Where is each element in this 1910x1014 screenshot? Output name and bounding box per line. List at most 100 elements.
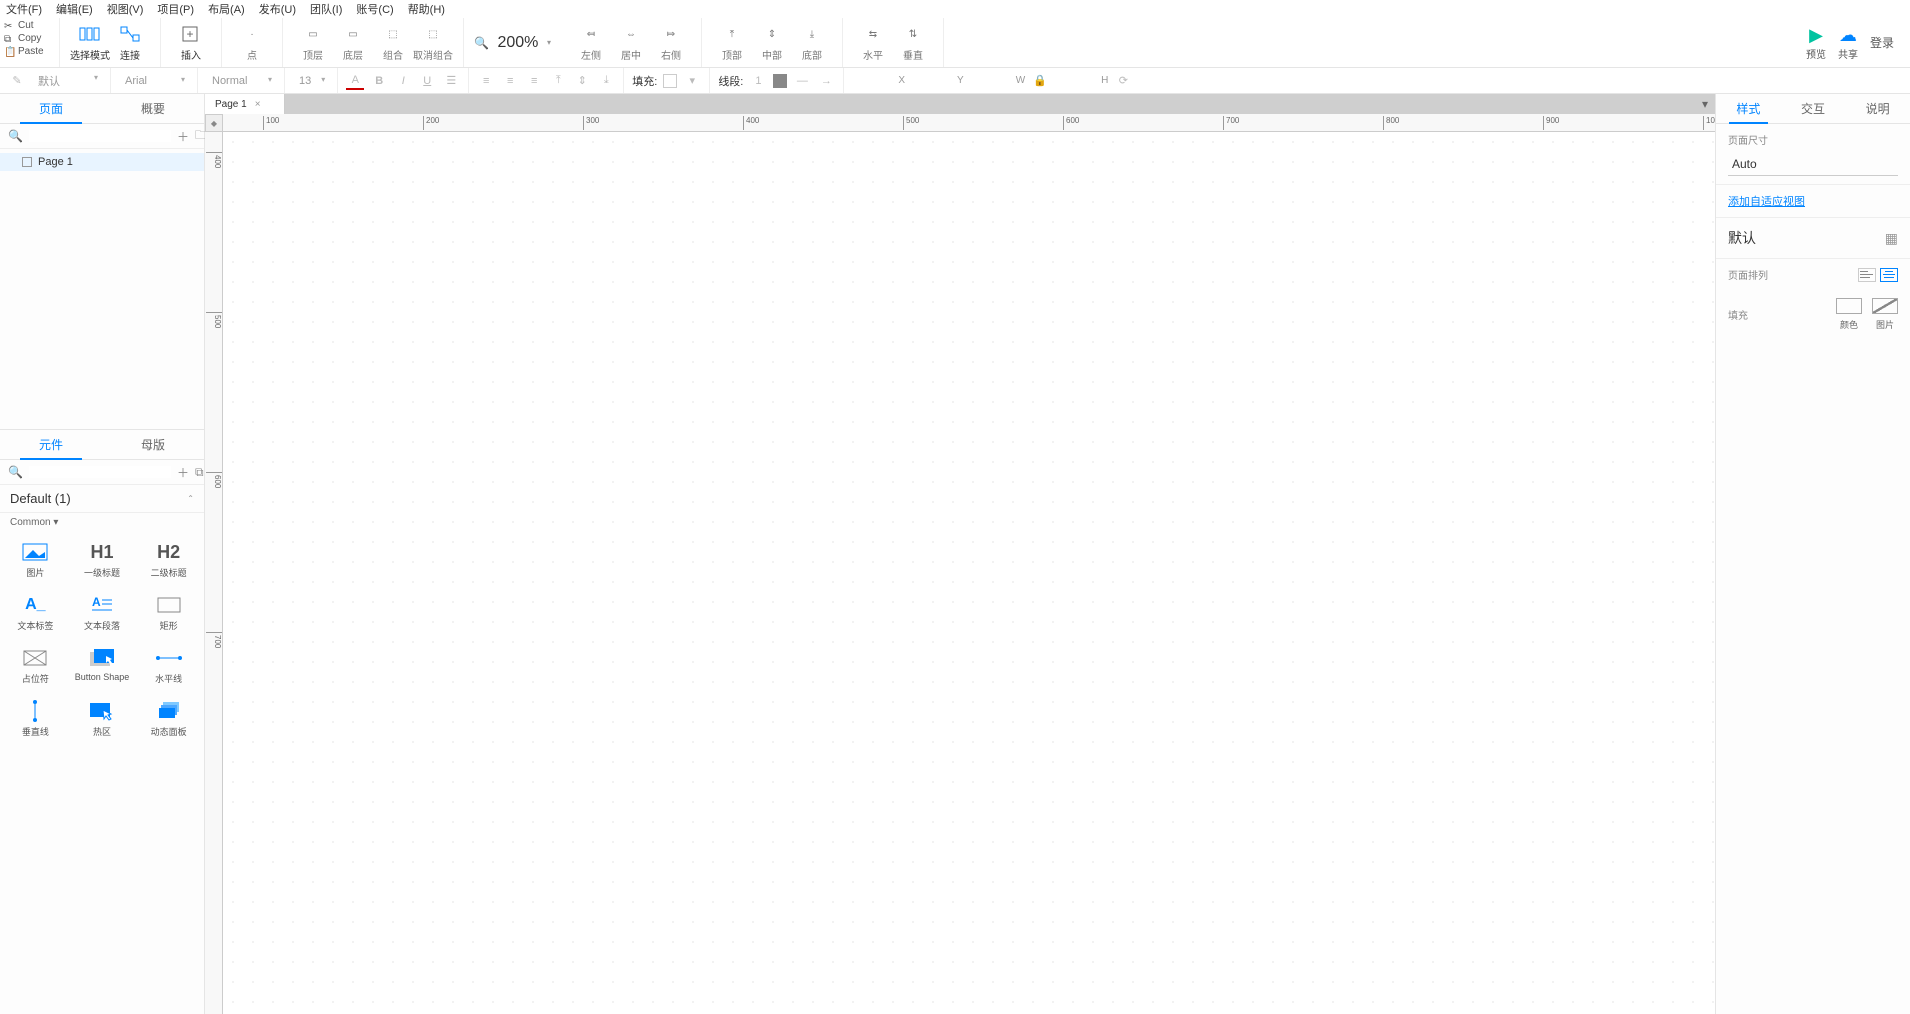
widget-vline[interactable]: 垂直线 [4,695,67,744]
canvas-viewport[interactable] [223,132,1715,1014]
tab-style[interactable]: 样式 [1716,94,1781,123]
page-item-page1[interactable]: Page 1 [0,153,204,171]
preview-button[interactable]: ▶预览 [1806,25,1826,61]
tab-notes[interactable]: 说明 [1845,94,1910,123]
point-button[interactable]: ·点 [232,20,272,66]
text-align-center-button[interactable]: ≡ [501,72,519,90]
widget-placeholder[interactable]: 占位符 [4,642,67,691]
font-size-dropdown[interactable]: 13 [293,73,329,89]
underline-button[interactable]: U [418,72,436,90]
zoom-value[interactable]: 200% [493,34,543,52]
align-right-button[interactable]: ⤇右侧 [651,20,691,66]
align-left-button[interactable]: ⤆左侧 [571,20,611,66]
tab-outline[interactable]: 概要 [102,94,204,123]
menu-file[interactable]: 文件(F) [6,1,42,17]
add-page-button[interactable]: ＋ [177,128,189,144]
connect-button[interactable]: 连接 [110,20,150,66]
style-manager-icon[interactable]: ▦ [1885,230,1898,247]
stroke-style-button[interactable]: ― [793,72,811,90]
y-input[interactable] [911,75,951,86]
page-align-left-button[interactable] [1858,268,1876,282]
dist-h-button[interactable]: ⇆水平 [853,20,893,66]
ungroup-button[interactable]: ⬚取消组合 [413,20,453,66]
valign-middle-button[interactable]: ⇕ [573,72,591,90]
fill-more-button[interactable]: ▾ [683,72,701,90]
style-preset-dropdown[interactable]: 默认 [32,71,102,91]
tab-interact[interactable]: 交互 [1781,94,1846,123]
menu-layout[interactable]: 布局(A) [208,1,245,17]
fill-color-option[interactable]: 颜色 [1836,298,1862,331]
copy-button[interactable]: ⧉Copy [4,33,55,44]
page-align-center-button[interactable] [1880,268,1898,282]
widget-paragraph[interactable]: A文本段落 [71,589,134,638]
widget-hotspot[interactable]: 热区 [71,695,134,744]
bottom-button[interactable]: ▭底层 [333,20,373,66]
font-family-dropdown[interactable]: Arial [119,73,189,89]
widget-dynamic[interactable]: 动态面板 [137,695,200,744]
valign-bottom-button[interactable]: ⤓ [597,72,615,90]
widget-hline[interactable]: 水平线 [137,642,200,691]
add-adaptive-link[interactable]: 添加自适应视图 [1728,196,1805,208]
widget-text-label[interactable]: A_文本标签 [4,589,67,638]
menu-account[interactable]: 账号(C) [356,1,393,17]
widget-h2[interactable]: H2二级标题 [137,536,200,585]
fill-image-option[interactable]: 图片 [1872,298,1898,331]
fill-color-button[interactable] [663,74,677,88]
share-button[interactable]: ☁共享 [1838,25,1858,61]
align-center-button[interactable]: ⇔居中 [611,20,651,66]
widget-rect[interactable]: 矩形 [137,589,200,638]
bold-button[interactable]: B [370,72,388,90]
login-link[interactable]: 登录 [1870,34,1894,51]
widget-search-input[interactable] [29,466,171,478]
add-library-button[interactable]: ＋ [177,464,189,480]
library-dropdown[interactable]: Default (1)⌃ [0,485,204,513]
arrow-style-button[interactable]: → [817,72,835,90]
text-align-right-button[interactable]: ≡ [525,72,543,90]
group-button[interactable]: ⬚组合 [373,20,413,66]
insert-button[interactable]: +插入 [171,20,211,66]
widget-button[interactable]: Button Shape [71,642,134,691]
close-tab-button[interactable]: × [255,99,261,110]
ruler-vertical[interactable]: 400500600700 [205,132,223,1014]
tab-pages[interactable]: 页面 [0,94,102,123]
ruler-horizontal[interactable]: 100200300400500600700800900100011001200 [223,114,1715,132]
text-align-left-button[interactable]: ≡ [477,72,495,90]
bullets-button[interactable]: ☰ [442,72,460,90]
widget-h1[interactable]: H1一级标题 [71,536,134,585]
lock-aspect-icon[interactable]: 🔒 [1031,72,1049,90]
zoom-dropdown-icon[interactable]: ▾ [547,38,551,47]
stroke-color-button[interactable] [773,74,787,88]
menu-team[interactable]: 团队(I) [310,1,342,17]
cut-button[interactable]: ✂Cut [4,20,55,31]
widget-section-common[interactable]: Common ▾ [0,513,204,532]
align-bottom-button[interactable]: ⤓底部 [792,20,832,66]
menu-help[interactable]: 帮助(H) [408,1,445,17]
canvas-tabs-menu-button[interactable]: ▾ [1695,94,1715,114]
stroke-width-button[interactable]: 1 [749,72,767,90]
tab-widgets[interactable]: 元件 [0,430,102,459]
align-middle-button[interactable]: ⇕中部 [752,20,792,66]
x-input[interactable] [852,75,892,86]
rotate-button[interactable]: ⟳ [1114,72,1132,90]
menu-edit[interactable]: 编辑(E) [56,1,93,17]
canvas-tab-page1[interactable]: Page 1 × [205,94,285,114]
w-input[interactable] [970,75,1010,86]
paste-button[interactable]: 📋Paste [4,46,55,57]
menu-publish[interactable]: 发布(U) [259,1,296,17]
top-button[interactable]: ▭顶层 [293,20,333,66]
page-search-input[interactable] [29,130,171,142]
h-input[interactable] [1055,75,1095,86]
edit-style-icon[interactable]: ✎ [8,72,26,90]
select-mode-button[interactable]: 选择模式 [70,20,110,66]
tab-masters[interactable]: 母版 [102,430,204,459]
italic-button[interactable]: I [394,72,412,90]
menu-view[interactable]: 视图(V) [107,1,144,17]
text-color-button[interactable]: A [346,72,364,90]
align-top-button[interactable]: ⤒顶部 [712,20,752,66]
page-size-select[interactable]: Auto [1728,153,1898,176]
zoom-control[interactable]: 🔍 200% ▾ [464,18,561,67]
library-options-button[interactable]: ⧉ [195,464,204,480]
dist-v-button[interactable]: ⇅垂直 [893,20,933,66]
font-weight-dropdown[interactable]: Normal [206,73,276,89]
menu-project[interactable]: 项目(P) [157,1,194,17]
